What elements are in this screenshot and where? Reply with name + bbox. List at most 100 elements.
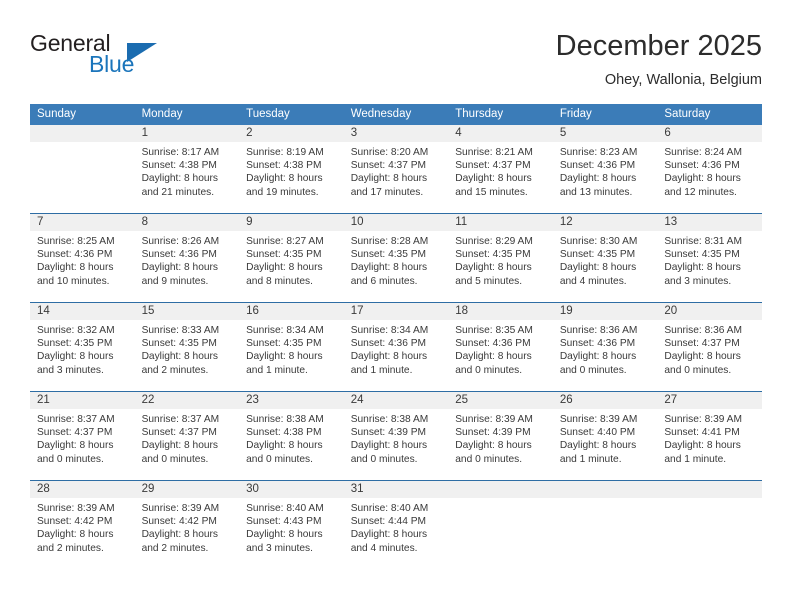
calendar-grid: Sunday Monday Tuesday Wednesday Thursday Frid…	[30, 104, 762, 569]
day-details: Sunrise: 8:26 AM Sunset: 4:36 PM Daylight:…	[135, 231, 240, 288]
calendar-body: 1 Sunrise: 8:17 AM Sunset: 4:38 PM Daylight…	[30, 125, 762, 569]
day-cell-12[interactable]: 12 Sunrise: 8:30 AM Sunset: 4:35 PM Dayligh…	[552, 214, 658, 302]
day-cell-20[interactable]: 20 Sunrise: 8:36 AM Sunset: 4:37 PM Dayligh…	[657, 303, 762, 391]
day-number: 27	[657, 392, 762, 409]
day-cell-17[interactable]: 17 Sunrise: 8:34 AM Sunset: 4:36 PM Dayligh…	[343, 303, 449, 391]
day-detail-line: Daylight: 8 hours	[37, 351, 114, 363]
page-title: December 2025	[555, 30, 762, 62]
day-details: Sunrise: 8:20 AM Sunset: 4:37 PM Daylight:…	[344, 142, 449, 199]
day-cell-16[interactable]: 16 Sunrise: 8:34 AM Sunset: 4:35 PM Dayligh…	[239, 303, 344, 391]
week-inner: 7 Sunrise: 8:25 AM Sunset: 4:36 PM Daylight…	[30, 214, 762, 302]
day-cell-28[interactable]: 28 Sunrise: 8:39 AM Sunset: 4:42 PM Dayligh…	[30, 481, 135, 569]
day-detail-line: Daylight: 8 hours	[559, 262, 637, 274]
day-details: Sunrise: 8:39 AM Sunset: 4:39 PM Daylight:…	[448, 409, 553, 466]
day-cell-10[interactable]: 10 Sunrise: 8:28 AM Sunset: 4:35 PM Dayligh…	[343, 214, 449, 302]
day-details: Sunrise: 8:23 AM Sunset: 4:36 PM Daylight:…	[553, 142, 658, 199]
day-detail-line: Sunrise: 8:31 AM	[664, 236, 742, 247]
day-cell-25[interactable]: 25 Sunrise: 8:39 AM Sunset: 4:39 PM Dayligh…	[448, 392, 553, 480]
day-detail-line: Sunset: 4:35 PM	[37, 338, 113, 350]
day-cell-14[interactable]: 14 Sunrise: 8:32 AM Sunset: 4:35 PM Dayligh…	[30, 303, 135, 391]
day-detail-line: Sunset: 4:37 PM	[664, 338, 740, 350]
day-detail-line: Sunset: 4:42 PM	[37, 516, 113, 528]
day-details: Sunrise: 8:27 AM Sunset: 4:35 PM Daylight:…	[239, 231, 344, 288]
day-detail-line: Sunrise: 8:25 AM	[37, 236, 115, 247]
day-detail-line: and 4 minutes.	[559, 275, 627, 287]
day-number	[30, 125, 135, 142]
day-number: 22	[134, 392, 240, 409]
day-detail-line: Sunrise: 8:39 AM	[37, 503, 115, 514]
day-cell-26[interactable]: 26 Sunrise: 8:39 AM Sunset: 4:40 PM Dayligh…	[552, 392, 658, 480]
day-detail-line: Daylight: 8 hours	[246, 262, 323, 274]
day-cell-1[interactable]: 1 Sunrise: 8:17 AM Sunset: 4:38 PM Daylight…	[134, 125, 240, 213]
day-cell-21[interactable]: 21 Sunrise: 8:37 AM Sunset: 4:37 PM Dayligh…	[30, 392, 135, 480]
day-detail-line: Sunset: 4:36 PM	[37, 249, 113, 261]
day-cell-30[interactable]: 30 Sunrise: 8:40 AM Sunset: 4:43 PM Dayligh…	[239, 481, 344, 569]
day-cell-24[interactable]: 24 Sunrise: 8:38 AM Sunset: 4:39 PM Dayligh…	[343, 392, 449, 480]
day-detail-line: Sunrise: 8:36 AM	[559, 325, 638, 336]
calendar-week-row: 1 Sunrise: 8:17 AM Sunset: 4:38 PM Daylight…	[30, 125, 762, 213]
day-cell-13[interactable]: 13 Sunrise: 8:31 AM Sunset: 4:35 PM Dayligh…	[657, 214, 762, 302]
weekday-header-friday: Friday	[559, 108, 592, 120]
day-number: 4	[448, 125, 553, 142]
day-detail-line: Sunset: 4:35 PM	[141, 338, 217, 350]
day-cell-29[interactable]: 29 Sunrise: 8:39 AM Sunset: 4:42 PM Dayligh…	[134, 481, 240, 569]
day-detail-line: Sunrise: 8:40 AM	[246, 503, 324, 514]
day-cell-31[interactable]: 31 Sunrise: 8:40 AM Sunset: 4:44 PM Dayligh…	[343, 481, 449, 569]
day-cell-15[interactable]: 15 Sunrise: 8:33 AM Sunset: 4:35 PM Dayligh…	[134, 303, 240, 391]
week-inner: 21 Sunrise: 8:37 AM Sunset: 4:37 PM Dayligh…	[30, 392, 762, 480]
day-cell-2[interactable]: 2 Sunrise: 8:19 AM Sunset: 4:38 PM Daylight…	[239, 125, 344, 213]
day-number: 3	[343, 125, 449, 142]
day-details: Sunrise: 8:36 AM Sunset: 4:36 PM Daylight:…	[553, 320, 658, 377]
day-detail-line: Sunset: 4:35 PM	[664, 249, 740, 261]
day-detail-line: Daylight: 8 hours	[141, 440, 219, 452]
day-cell-22[interactable]: 22 Sunrise: 8:37 AM Sunset: 4:37 PM Dayligh…	[134, 392, 240, 480]
day-cell-empty	[30, 125, 135, 213]
day-detail-line: Sunrise: 8:37 AM	[37, 414, 115, 425]
day-cell-4[interactable]: 4 Sunrise: 8:21 AM Sunset: 4:37 PM Daylight…	[448, 125, 553, 213]
day-detail-line: and 1 minute.	[559, 453, 622, 465]
day-detail-line: Sunrise: 8:24 AM	[664, 147, 742, 158]
day-detail-line: and 0 minutes.	[455, 364, 523, 376]
day-detail-line: Daylight: 8 hours	[455, 351, 532, 363]
day-detail-line: Sunset: 4:42 PM	[141, 516, 217, 528]
day-detail-line: Sunrise: 8:39 AM	[141, 503, 220, 514]
day-number: 31	[343, 481, 449, 498]
day-detail-line: Sunrise: 8:27 AM	[246, 236, 324, 247]
day-cell-19[interactable]: 19 Sunrise: 8:36 AM Sunset: 4:36 PM Dayligh…	[552, 303, 658, 391]
day-detail-line: Daylight: 8 hours	[37, 262, 114, 274]
day-details: Sunrise: 8:39 AM Sunset: 4:40 PM Daylight:…	[553, 409, 658, 466]
day-detail-line: Sunrise: 8:38 AM	[350, 414, 429, 425]
day-cell-5[interactable]: 5 Sunrise: 8:23 AM Sunset: 4:36 PM Daylight…	[552, 125, 658, 213]
day-detail-line: Daylight: 8 hours	[246, 173, 323, 185]
day-cell-3[interactable]: 3 Sunrise: 8:20 AM Sunset: 4:37 PM Daylight…	[343, 125, 449, 213]
day-details	[30, 142, 135, 146]
day-detail-line: Sunrise: 8:32 AM	[37, 325, 115, 336]
day-cell-9[interactable]: 9 Sunrise: 8:27 AM Sunset: 4:35 PM Daylight…	[239, 214, 344, 302]
day-cell-8[interactable]: 8 Sunrise: 8:26 AM Sunset: 4:36 PM Daylight…	[134, 214, 240, 302]
brand-logo[interactable]: General Blue	[30, 30, 260, 90]
day-detail-line: Sunset: 4:43 PM	[246, 516, 322, 528]
day-cell-23[interactable]: 23 Sunrise: 8:38 AM Sunset: 4:38 PM Dayligh…	[239, 392, 344, 480]
day-cell-7[interactable]: 7 Sunrise: 8:25 AM Sunset: 4:36 PM Daylight…	[30, 214, 135, 302]
day-number: 13	[657, 214, 762, 231]
day-detail-line: and 2 minutes.	[141, 364, 209, 376]
day-cell-11[interactable]: 11 Sunrise: 8:29 AM Sunset: 4:35 PM Dayligh…	[448, 214, 553, 302]
day-number: 21	[30, 392, 135, 409]
day-detail-line: Sunrise: 8:40 AM	[350, 503, 429, 514]
day-detail-line: and 0 minutes.	[350, 453, 418, 465]
day-cell-18[interactable]: 18 Sunrise: 8:35 AM Sunset: 4:36 PM Dayligh…	[448, 303, 553, 391]
day-detail-line: and 13 minutes.	[559, 186, 633, 198]
day-detail-line: Sunset: 4:41 PM	[664, 427, 740, 439]
day-detail-line: Sunset: 4:38 PM	[246, 427, 322, 439]
day-cell-6[interactable]: 6 Sunrise: 8:24 AM Sunset: 4:36 PM Daylight…	[657, 125, 762, 213]
day-detail-line: Sunrise: 8:28 AM	[350, 236, 429, 247]
day-detail-line: and 2 minutes.	[141, 542, 209, 554]
day-details: Sunrise: 8:34 AM Sunset: 4:36 PM Daylight:…	[344, 320, 449, 377]
day-detail-line: and 15 minutes.	[455, 186, 528, 198]
day-detail-line: Sunrise: 8:30 AM	[559, 236, 638, 247]
brand-name-blue: Blue	[89, 51, 135, 77]
day-detail-line: Daylight: 8 hours	[559, 351, 637, 363]
day-cell-27[interactable]: 27 Sunrise: 8:39 AM Sunset: 4:41 PM Dayligh…	[657, 392, 762, 480]
day-detail-line: Daylight: 8 hours	[664, 173, 741, 185]
day-cell-empty	[448, 481, 553, 569]
